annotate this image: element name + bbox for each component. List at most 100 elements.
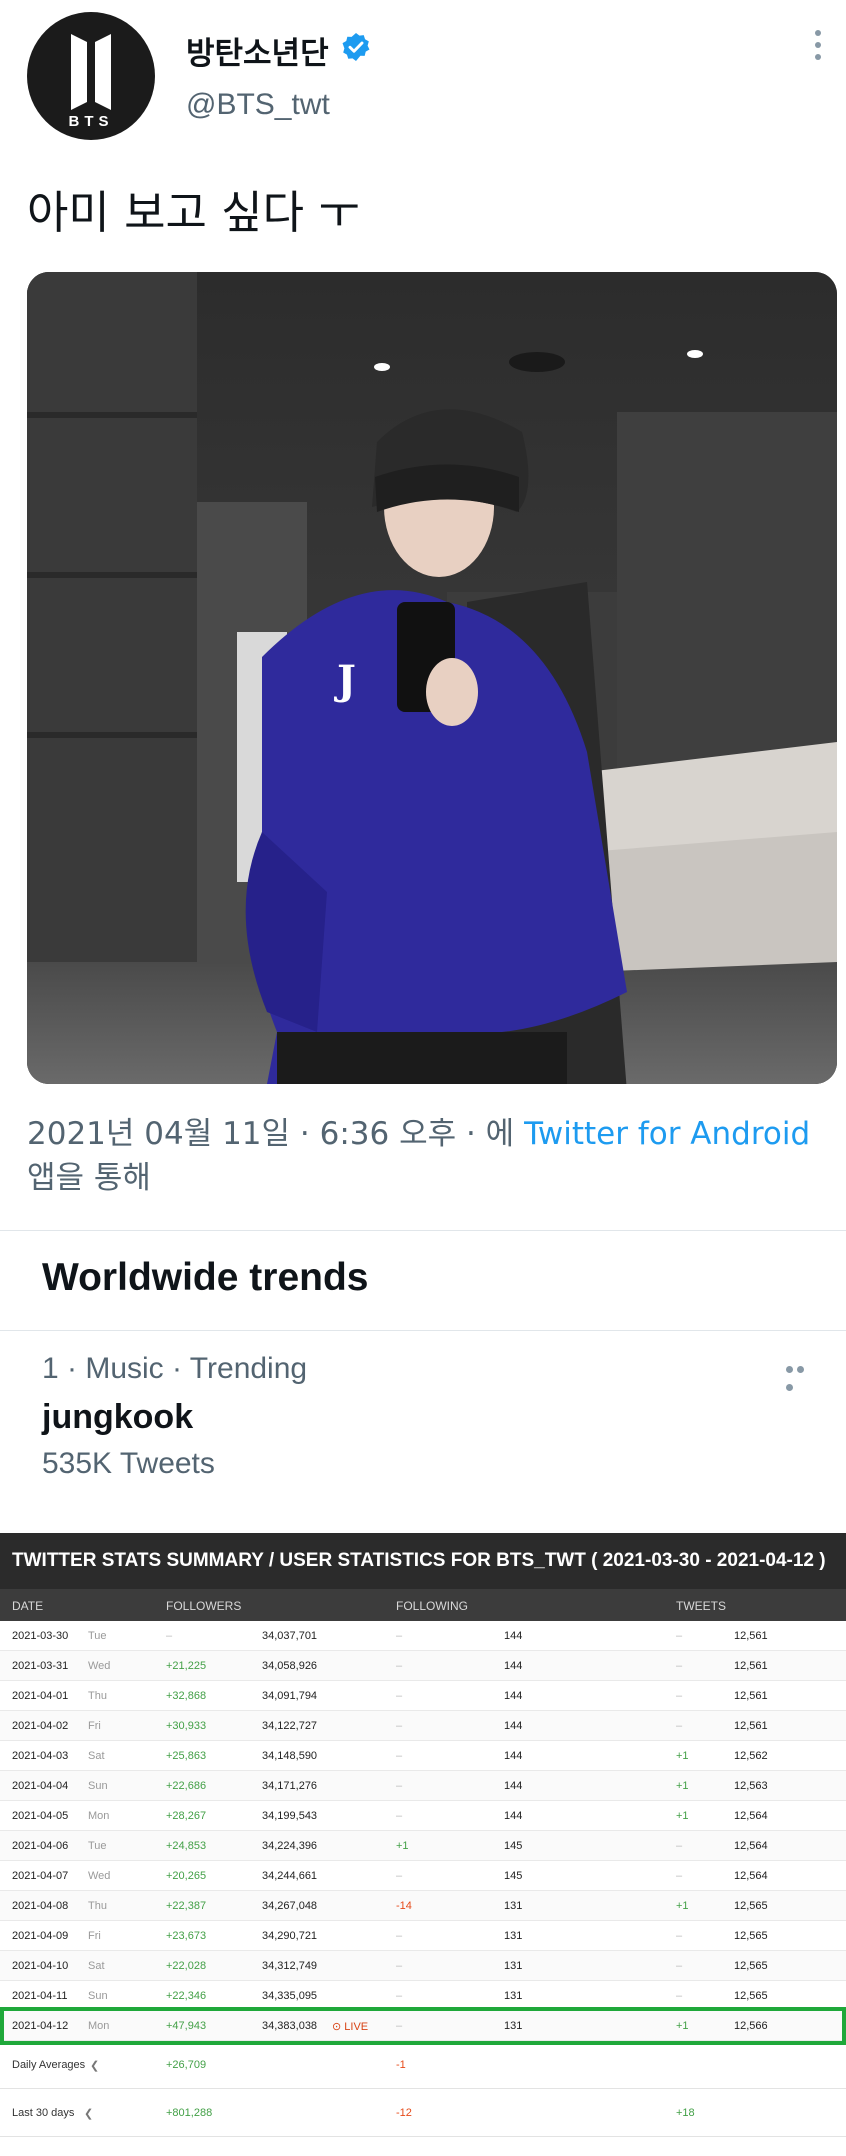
row-tweets-change: – — [676, 1870, 683, 1882]
row-following-total: 144 — [504, 1690, 523, 1702]
tweet-timestamp[interactable]: 2021년 04월 11일 · 6:36 오후 · 에 — [27, 1116, 524, 1152]
row-followers-change: +22,028 — [166, 1960, 207, 1972]
highlight-box — [0, 2007, 846, 2045]
daily-averages-row: Daily Averages ❮ +26,709 -1 — [0, 2041, 846, 2089]
share-icon[interactable]: ❮ — [84, 2107, 93, 2120]
row-followers-total: 34,244,661 — [262, 1870, 318, 1882]
last-30-days-row: Last 30 days ❮ +801,288 -12 +18 — [0, 2089, 846, 2137]
daily-averages-label: Daily Averages — [12, 2059, 86, 2071]
row-tweets-total: 12,564 — [734, 1810, 768, 1822]
row-followers-total: 34,058,926 — [262, 1660, 318, 1672]
row-followers-total: 34,122,727 — [262, 1720, 318, 1732]
row-tweets-change: – — [676, 1660, 683, 1672]
verified-badge-icon — [342, 33, 370, 61]
row-followers-change: +28,267 — [166, 1810, 207, 1822]
row-following-total: 131 — [504, 1900, 523, 1912]
row-day: Sun — [88, 1990, 108, 2002]
row-following-change: – — [396, 1780, 403, 1792]
row-day: Sun — [88, 1780, 108, 1792]
svg-text:J: J — [334, 657, 356, 704]
trends-title: Worldwide trends — [42, 1256, 369, 1299]
row-day: Fri — [88, 1720, 101, 1732]
row-following-total: 131 — [504, 1930, 523, 1942]
row-date: 2021-04-03 — [12, 1750, 69, 1762]
table-row: 2021-04-05 Mon +28,267 34,199,543 – 144 +1 12,5… — [0, 1801, 846, 1831]
trend-name[interactable]: jungkook — [42, 1398, 193, 1437]
row-day: Wed — [88, 1870, 111, 1882]
row-tweets-total: 12,563 — [734, 1780, 768, 1792]
row-followers-change: +25,863 — [166, 1750, 207, 1762]
row-date: 2021-04-02 — [12, 1720, 69, 1732]
row-tweets-change: +1 — [676, 1750, 689, 1762]
tweet-header: BTS 방탄소년단 @BTS_twt — [0, 0, 846, 150]
divider — [0, 1230, 846, 1231]
row-date: 2021-04-09 — [12, 1930, 69, 1942]
header-following: FOLLOWING — [396, 1599, 469, 1613]
row-followers-total: 34,091,794 — [262, 1690, 318, 1702]
row-following-change: – — [396, 1660, 403, 1672]
row-following-change: – — [396, 1720, 403, 1732]
row-tweets-change: +1 — [676, 1900, 689, 1912]
table-row: 2021-04-07 Wed +20,265 34,244,661 – 145 – 12,56… — [0, 1861, 846, 1891]
row-following-total: 144 — [504, 1780, 523, 1792]
row-followers-total: 34,037,701 — [262, 1630, 318, 1642]
user-handle[interactable]: @BTS_twt — [186, 88, 330, 122]
row-followers-total: 34,148,590 — [262, 1750, 318, 1762]
photo-illustration: J — [27, 272, 837, 1084]
row-day: Sat — [88, 1750, 105, 1762]
last-30-days-label: Last 30 days — [12, 2107, 75, 2119]
row-followers-change: +20,265 — [166, 1870, 207, 1882]
table-row: 2021-04-09 Fri +23,673 34,290,721 – 131 – 12,56… — [0, 1921, 846, 1951]
tweet-text: 아미 보고 싶다 ㅜ — [27, 186, 360, 239]
daily-avg-following: -1 — [396, 2059, 406, 2071]
table-row: 2021-04-06 Tue +24,853 34,224,396 +1 145 – 12,5… — [0, 1831, 846, 1861]
share-icon[interactable]: ❮ — [90, 2059, 99, 2072]
row-following-change: – — [396, 1810, 403, 1822]
row-followers-change: +30,933 — [166, 1720, 207, 1732]
row-date: 2021-04-05 — [12, 1810, 69, 1822]
tweet-source-link[interactable]: Twitter for Android — [524, 1116, 810, 1152]
row-day: Mon — [88, 1810, 110, 1822]
table-row: 2021-04-02 Fri +30,933 34,122,727 – 144 – 12,56… — [0, 1711, 846, 1741]
row-followers-change: +22,387 — [166, 1900, 207, 1912]
row-tweets-total: 12,562 — [734, 1750, 768, 1762]
header-tweets: TWEETS — [676, 1599, 726, 1613]
row-followers-total: 34,171,276 — [262, 1780, 318, 1792]
row-following-total: 144 — [504, 1750, 523, 1762]
display-name[interactable]: 방탄소년단 — [186, 28, 329, 73]
avatar[interactable]: BTS — [27, 12, 155, 140]
row-following-total: 145 — [504, 1870, 523, 1882]
row-day: Fri — [88, 1930, 101, 1942]
row-following-change: – — [396, 1690, 403, 1702]
table-row: 2021-04-01 Thu +32,868 34,091,794 – 144 – 12,56… — [0, 1681, 846, 1711]
daily-avg-followers: +26,709 — [166, 2059, 207, 2071]
row-tweets-change: +1 — [676, 1810, 689, 1822]
row-followers-change: +24,853 — [166, 1840, 207, 1852]
row-tweets-total: 12,565 — [734, 1990, 768, 2002]
avatar-logo-text: BTS — [69, 113, 114, 130]
row-day: Thu — [88, 1900, 107, 1912]
trend-more-icon[interactable] — [786, 1360, 816, 1391]
last-30-followers: +801,288 — [166, 2107, 213, 2119]
row-tweets-change: – — [676, 1930, 683, 1942]
header-date: DATE — [12, 1599, 44, 1613]
row-following-change: – — [396, 1960, 403, 1972]
row-followers-total: 34,290,721 — [262, 1930, 318, 1942]
stats-header-row: DATE FOLLOWERS FOLLOWING TWEETS — [0, 1589, 846, 1621]
row-following-total: 131 — [504, 1960, 523, 1972]
row-date: 2021-03-30 — [12, 1630, 69, 1642]
stats-rows: 2021-03-30 Tue –34,037,701–144–12,561 2021-… — [0, 1621, 846, 2041]
row-following-total: 144 — [504, 1720, 523, 1732]
trend-meta: 1 · Music · Trending — [42, 1352, 308, 1385]
row-following-change: – — [396, 1630, 403, 1642]
row-followers-change: – — [166, 1630, 173, 1642]
row-tweets-change: – — [676, 1960, 683, 1972]
row-followers-total: 34,312,749 — [262, 1960, 318, 1972]
more-options-icon[interactable] — [808, 30, 828, 70]
row-date: 2021-04-10 — [12, 1960, 69, 1972]
table-row: 2021-04-10 Sat +22,028 34,312,749 – 131 – 12,56… — [0, 1951, 846, 1981]
tweet-photo[interactable]: J — [27, 272, 837, 1084]
row-following-total: 131 — [504, 1990, 523, 2002]
row-followers-change: +32,868 — [166, 1690, 207, 1702]
row-tweets-total: 12,565 — [734, 1900, 768, 1912]
